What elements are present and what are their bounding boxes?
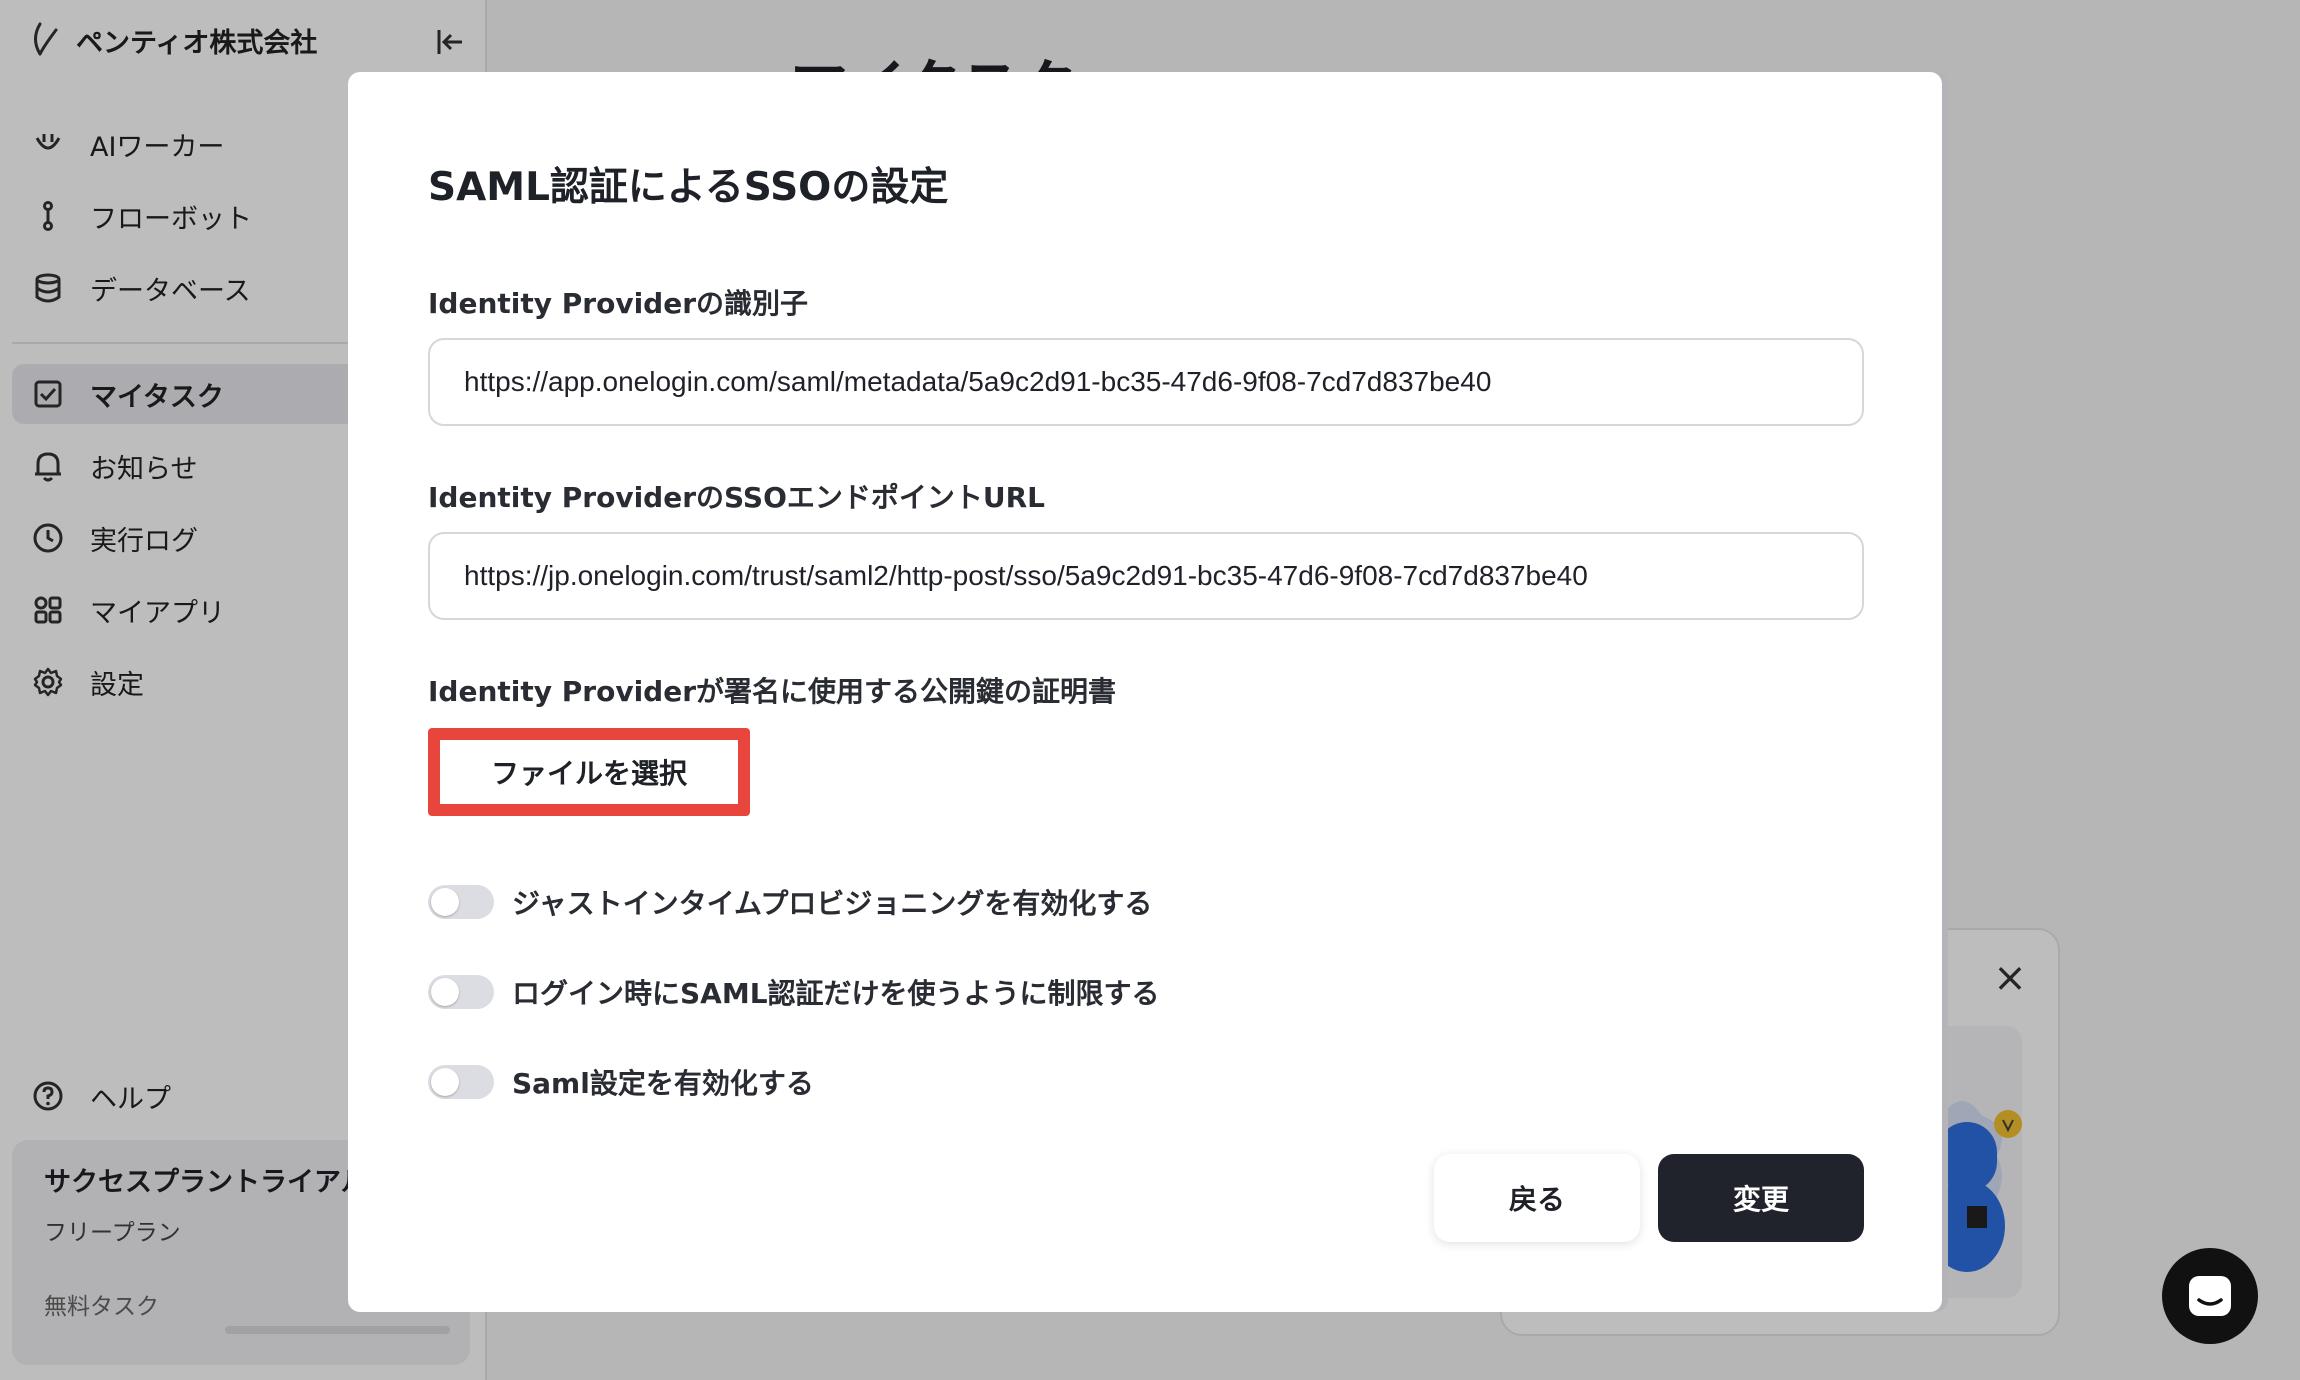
jit-provisioning-label: ジャストインタイムプロビジョニングを有効化する <box>512 887 1153 920</box>
toggle-row-enable-saml: Saml設定を有効化する <box>428 1062 814 1102</box>
toggle-knob <box>431 888 459 916</box>
toggle-knob <box>431 978 459 1006</box>
back-button[interactable]: 戻る <box>1434 1154 1640 1242</box>
saml-only-login-label: ログイン時にSAML認証だけを使うように制限する <box>512 977 1160 1010</box>
dialog-title: SAML認証によるSSOの設定 <box>428 165 949 210</box>
choose-file-button[interactable]: ファイルを選択 <box>491 752 687 792</box>
idp-identifier-label: Identity Providerの識別子 <box>428 287 809 320</box>
sso-endpoint-url-label: Identity ProviderのSSOエンドポイントURL <box>428 481 1046 514</box>
chat-icon <box>2189 1276 2231 1316</box>
toggle-row-jit-provisioning: ジャストインタイムプロビジョニングを有効化する <box>428 882 1152 922</box>
saml-sso-settings-dialog: SAML認証によるSSOの設定 Identity Providerの識別子 Id… <box>348 72 1942 1312</box>
enable-saml-toggle[interactable] <box>428 1065 494 1099</box>
saml-only-login-toggle[interactable] <box>428 975 494 1009</box>
toggle-knob <box>431 1068 459 1096</box>
chat-support-button[interactable] <box>2162 1248 2258 1344</box>
jit-provisioning-toggle[interactable] <box>428 885 494 919</box>
certificate-label: Identity Providerが署名に使用する公開鍵の証明書 <box>428 675 1117 708</box>
sso-endpoint-url-input[interactable] <box>428 532 1864 620</box>
toggle-row-saml-only-login: ログイン時にSAML認証だけを使うように制限する <box>428 972 1160 1012</box>
change-button[interactable]: 変更 <box>1658 1154 1864 1242</box>
idp-identifier-input[interactable] <box>428 338 1864 426</box>
file-select-highlight: ファイルを選択 <box>428 728 750 816</box>
enable-saml-label: Saml設定を有効化する <box>512 1067 814 1100</box>
